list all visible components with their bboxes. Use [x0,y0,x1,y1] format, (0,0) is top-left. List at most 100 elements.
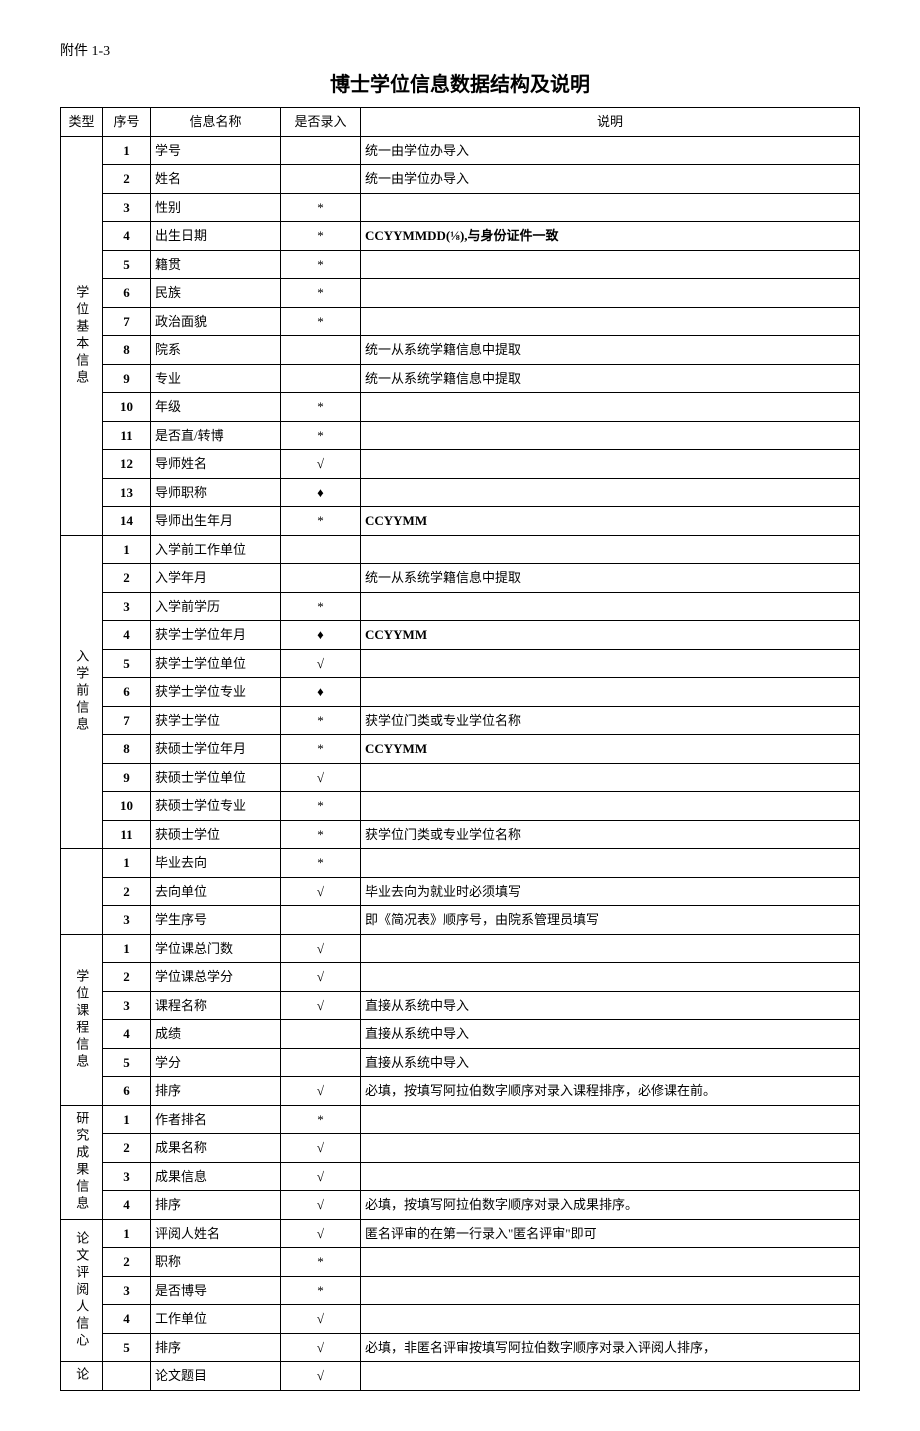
group-label: 论文评阅人信心 [61,1219,103,1362]
row-desc [361,678,860,707]
row-desc: 直接从系统中导入 [361,1048,860,1077]
table-row: 2学位课总学分√ [61,963,860,992]
row-desc [361,963,860,992]
table-row: 论文评阅人信心1评阅人姓名√匿名评审的在第一行录入"匿名评审"即可 [61,1219,860,1248]
row-input-flag [281,564,361,593]
row-input-flag: ♦ [281,621,361,650]
row-seq: 6 [103,279,151,308]
row-input-flag: √ [281,1333,361,1362]
row-input-flag [281,165,361,194]
row-name: 是否博导 [151,1276,281,1305]
row-seq: 6 [103,1077,151,1106]
row-seq: 2 [103,963,151,992]
row-input-flag [281,364,361,393]
row-name: 学位课总学分 [151,963,281,992]
row-desc: 必填，非匿名评审按填写阿拉伯数字顺序对录入评阅人排序， [361,1333,860,1362]
row-name: 专业 [151,364,281,393]
row-name: 去向单位 [151,877,281,906]
table-row: 3是否博导* [61,1276,860,1305]
table-row: 5学分直接从系统中导入 [61,1048,860,1077]
row-name: 学生序号 [151,906,281,935]
row-seq: 5 [103,250,151,279]
row-desc: 统一从系统学籍信息中提取 [361,336,860,365]
header-type: 类型 [61,108,103,137]
table-row: 3成果信息√ [61,1162,860,1191]
row-seq: 3 [103,193,151,222]
row-name: 获硕士学位专业 [151,792,281,821]
row-input-flag: * [281,820,361,849]
row-desc [361,1134,860,1163]
row-seq: 12 [103,450,151,479]
row-seq: 4 [103,222,151,251]
table-row: 4出生日期*CCYYMMDD(⅛),与身份证件一致 [61,222,860,251]
row-name: 获硕士学位 [151,820,281,849]
row-name: 成果名称 [151,1134,281,1163]
group-label: 学位基本信息 [61,136,103,535]
table-row: 7获学士学位*获学位门类或专业学位名称 [61,706,860,735]
row-seq: 3 [103,906,151,935]
row-seq: 1 [103,849,151,878]
row-desc: 统一由学位办导入 [361,165,860,194]
data-structure-table: 类型 序号 信息名称 是否录入 说明 学位基本信息1学号统一由学位办导入2姓名统… [60,107,860,1391]
row-input-flag: * [281,393,361,422]
row-desc: 必填，按填写阿拉伯数字顺序对录入成果排序。 [361,1191,860,1220]
table-row: 入学前信息1入学前工作单位 [61,535,860,564]
row-desc [361,1305,860,1334]
table-row: 3学生序号即《简况表》顺序号，由院系管理员填写 [61,906,860,935]
table-row: 3入学前学历* [61,592,860,621]
table-row: 14导师出生年月*CCYYMM [61,507,860,536]
row-desc [361,535,860,564]
row-desc [361,421,860,450]
row-input-flag: √ [281,450,361,479]
row-name: 导师姓名 [151,450,281,479]
row-name: 排序 [151,1333,281,1362]
table-row: 6排序√必填，按填写阿拉伯数字顺序对录入课程排序，必修课在前。 [61,1077,860,1106]
row-seq: 5 [103,1333,151,1362]
table-header-row: 类型 序号 信息名称 是否录入 说明 [61,108,860,137]
row-input-flag: √ [281,1305,361,1334]
row-input-flag: * [281,706,361,735]
row-name: 籍贯 [151,250,281,279]
row-seq: 4 [103,621,151,650]
row-desc [361,250,860,279]
row-input-flag: * [281,421,361,450]
row-input-flag [281,336,361,365]
row-input-flag: √ [281,963,361,992]
row-desc [361,1105,860,1134]
table-row: 2入学年月统一从系统学籍信息中提取 [61,564,860,593]
row-input-flag: * [281,222,361,251]
row-input-flag: * [281,849,361,878]
row-seq: 2 [103,1134,151,1163]
row-input-flag: √ [281,934,361,963]
row-name: 获学士学位专业 [151,678,281,707]
row-seq: 4 [103,1305,151,1334]
row-seq: 11 [103,421,151,450]
row-input-flag [281,136,361,165]
row-seq: 3 [103,991,151,1020]
row-name: 出生日期 [151,222,281,251]
row-desc [361,279,860,308]
table-row: 4成绩直接从系统中导入 [61,1020,860,1049]
table-row: 9获硕士学位单位√ [61,763,860,792]
row-name: 入学前工作单位 [151,535,281,564]
row-input-flag: √ [281,649,361,678]
row-input-flag: * [281,307,361,336]
row-name: 获学士学位单位 [151,649,281,678]
table-row: 1毕业去向* [61,849,860,878]
table-row: 11是否直/转博* [61,421,860,450]
row-seq: 13 [103,478,151,507]
row-desc [361,193,860,222]
table-row: 3课程名称√直接从系统中导入 [61,991,860,1020]
row-desc: 获学位门类或专业学位名称 [361,820,860,849]
row-desc [361,478,860,507]
row-name: 导师职称 [151,478,281,507]
row-seq: 1 [103,136,151,165]
row-input-flag: * [281,250,361,279]
row-desc [361,649,860,678]
row-desc [361,1276,860,1305]
row-seq [103,1362,151,1391]
row-input-flag: √ [281,877,361,906]
row-name: 导师出生年月 [151,507,281,536]
row-name: 职称 [151,1248,281,1277]
row-desc [361,1362,860,1391]
